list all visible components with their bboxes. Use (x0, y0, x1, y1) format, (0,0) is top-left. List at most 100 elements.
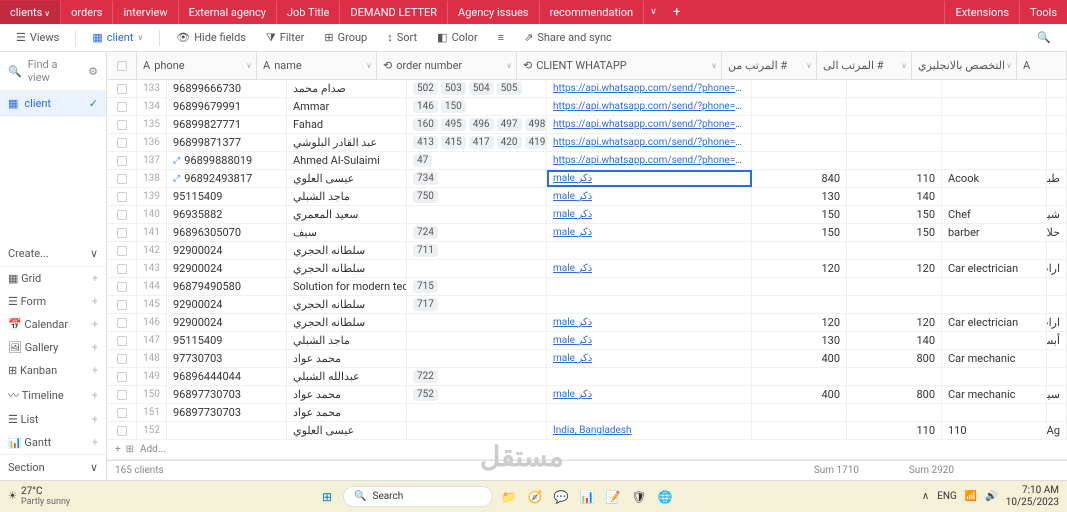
cell-name[interactable]: Ahmed Al-Sulaimi (287, 152, 407, 169)
table-row[interactable]: 14795115409ماجد الشبليmale ذكر130140أبس (107, 332, 1067, 350)
cell-extra[interactable]: شيف (1047, 206, 1067, 223)
cell-specialty[interactable] (942, 404, 1047, 421)
sidebar-create-calendar[interactable]: 📅 Calendar+ (0, 313, 106, 336)
views-button[interactable]: ☰ Views (8, 27, 67, 48)
cell-salary-to[interactable]: 140 (847, 332, 942, 349)
cell-salary-to[interactable] (847, 80, 942, 97)
cell-phone[interactable]: ⤢96899888019 (167, 152, 287, 169)
cell-salary-from[interactable]: 150 (752, 206, 847, 223)
cell-whatsapp[interactable]: male ذكر (547, 206, 752, 223)
cell-whatsapp[interactable]: male ذكر (547, 224, 752, 241)
cell-salary-from[interactable] (752, 296, 847, 313)
tab-tools[interactable]: Tools (1019, 1, 1067, 24)
row-checkbox[interactable] (107, 278, 137, 295)
cell-salary-from[interactable]: 840 (752, 170, 847, 187)
cell-specialty[interactable] (942, 98, 1047, 115)
row-checkbox[interactable] (107, 422, 137, 439)
cell-phone[interactable]: 92900024 (167, 260, 287, 277)
cell-extra[interactable] (1047, 404, 1067, 421)
cell-specialty[interactable] (942, 332, 1047, 349)
cell-phone[interactable]: 96896444044 (167, 368, 287, 385)
cell-salary-from[interactable]: 150 (752, 224, 847, 241)
cell-name[interactable]: Ammar (287, 98, 407, 115)
table-row[interactable]: 14392900024سلطانه الحجريmale ذكر120120Ca… (107, 260, 1067, 278)
table-row[interactable]: 14897730703محمد عوادmale ذكر400800Car me… (107, 350, 1067, 368)
view-selector[interactable]: ▦ client ∨ (84, 27, 151, 48)
cell-specialty[interactable]: barber (942, 224, 1047, 241)
taskbar-app-6[interactable]: 🛡 (629, 487, 649, 507)
sidebar-create-timeline[interactable]: 〰 Timeline+ (0, 382, 106, 408)
table-row[interactable]: 14496879490580Solution for modern techno… (107, 278, 1067, 296)
table-row[interactable]: 13496899679991Ammar146150https://api.wha… (107, 98, 1067, 116)
share-button[interactable]: ⇗ Share and sync (516, 27, 620, 48)
cell-order[interactable]: 4134154174204194184144 (407, 134, 547, 151)
cell-name[interactable]: سيف (287, 224, 407, 241)
cell-name[interactable]: صدام محمد (287, 80, 407, 97)
cell-extra[interactable]: سيارة (1047, 386, 1067, 403)
cell-extra[interactable]: حلاق (1047, 224, 1067, 241)
cell-salary-from[interactable]: 130 (752, 188, 847, 205)
cell-extra[interactable] (1047, 278, 1067, 295)
cell-specialty[interactable] (942, 152, 1047, 169)
row-checkbox[interactable] (107, 98, 137, 115)
tab-recommendation[interactable]: recommendation (540, 1, 645, 24)
cell-salary-from[interactable] (752, 80, 847, 97)
cell-salary-from[interactable] (752, 98, 847, 115)
row-checkbox[interactable] (107, 314, 137, 331)
table-row[interactable]: 14096935882سعيد المعمريmale ذكر150150Che… (107, 206, 1067, 224)
row-checkbox[interactable] (107, 404, 137, 421)
cell-salary-to[interactable]: 120 (847, 314, 942, 331)
table-row[interactable]: 13995115409ماجد الشبلي750male ذكر130140 (107, 188, 1067, 206)
add-row-button[interactable]: + ⊞ Add... (107, 440, 1067, 460)
cell-salary-from[interactable] (752, 152, 847, 169)
cell-phone[interactable]: 97730703 (167, 350, 287, 367)
cell-extra[interactable] (1047, 152, 1067, 169)
cell-whatsapp[interactable]: https://api.whatsapp.com/send/?phone=968… (547, 134, 752, 151)
cell-phone[interactable]: 92900024 (167, 242, 287, 259)
table-row[interactable]: 14592900024سلطانه الحجري717 (107, 296, 1067, 314)
cell-salary-to[interactable] (847, 116, 942, 133)
cell-whatsapp[interactable]: male ذكر (547, 314, 752, 331)
cell-extra[interactable] (1047, 98, 1067, 115)
find-view-input[interactable]: 🔍 Find a view⚙ (0, 52, 106, 91)
tab-demand-letter[interactable]: DEMAND LETTER (340, 1, 448, 24)
cell-order[interactable]: 146150 (407, 98, 547, 115)
col-salary-to[interactable]: المرتب الى #∨ (817, 52, 912, 79)
cell-specialty[interactable] (942, 278, 1047, 295)
cell-salary-to[interactable]: 120 (847, 260, 942, 277)
cell-salary-to[interactable]: 110 (847, 170, 942, 187)
cell-phone[interactable]: 96899666730 (167, 80, 287, 97)
cell-extra[interactable]: أبس (1047, 332, 1067, 349)
add-tab-button[interactable]: + (663, 4, 691, 20)
cell-whatsapp[interactable] (547, 404, 752, 421)
cell-specialty[interactable]: Car electrician (942, 314, 1047, 331)
sort-button[interactable]: ↕ Sort (379, 27, 425, 48)
row-checkbox[interactable] (107, 350, 137, 367)
sidebar-create-form[interactable]: ☰ Form+ (0, 290, 106, 313)
color-button[interactable]: ◧ Color (429, 27, 486, 48)
cell-extra[interactable] (1047, 368, 1067, 385)
cell-whatsapp[interactable]: male ذكر (547, 260, 752, 277)
cell-phone[interactable]: ⤢96892493817 (167, 170, 287, 187)
table-row[interactable]: 14692900024سلطانه الحجريmale ذكر120120Ca… (107, 314, 1067, 332)
cell-phone[interactable]: 96896305070 (167, 224, 287, 241)
cell-extra[interactable] (1047, 296, 1067, 313)
cell-extra[interactable] (1047, 80, 1067, 97)
cell-name[interactable]: عبد القادر البلوشي (287, 134, 407, 151)
cell-order[interactable]: 47 (407, 152, 547, 169)
cell-order[interactable] (407, 404, 547, 421)
tray-volume-icon[interactable]: 🔊 (985, 491, 997, 502)
cell-extra[interactable] (1047, 134, 1067, 151)
cell-order[interactable]: 750 (407, 188, 547, 205)
cell-salary-to[interactable]: 150 (847, 206, 942, 223)
cell-salary-to[interactable] (847, 296, 942, 313)
cell-salary-to[interactable]: 150 (847, 224, 942, 241)
cell-salary-from[interactable] (752, 278, 847, 295)
cell-name[interactable]: محمد عواد (287, 404, 407, 421)
cell-name[interactable]: محمد عواد (287, 350, 407, 367)
tab-agency-issues[interactable]: Agency issues (448, 1, 540, 24)
cell-name[interactable]: سلطانه الحجري (287, 314, 407, 331)
cell-name[interactable]: عيسى العلوي (287, 422, 407, 439)
cell-whatsapp[interactable]: male ذكر (547, 386, 752, 403)
cell-specialty[interactable] (942, 188, 1047, 205)
